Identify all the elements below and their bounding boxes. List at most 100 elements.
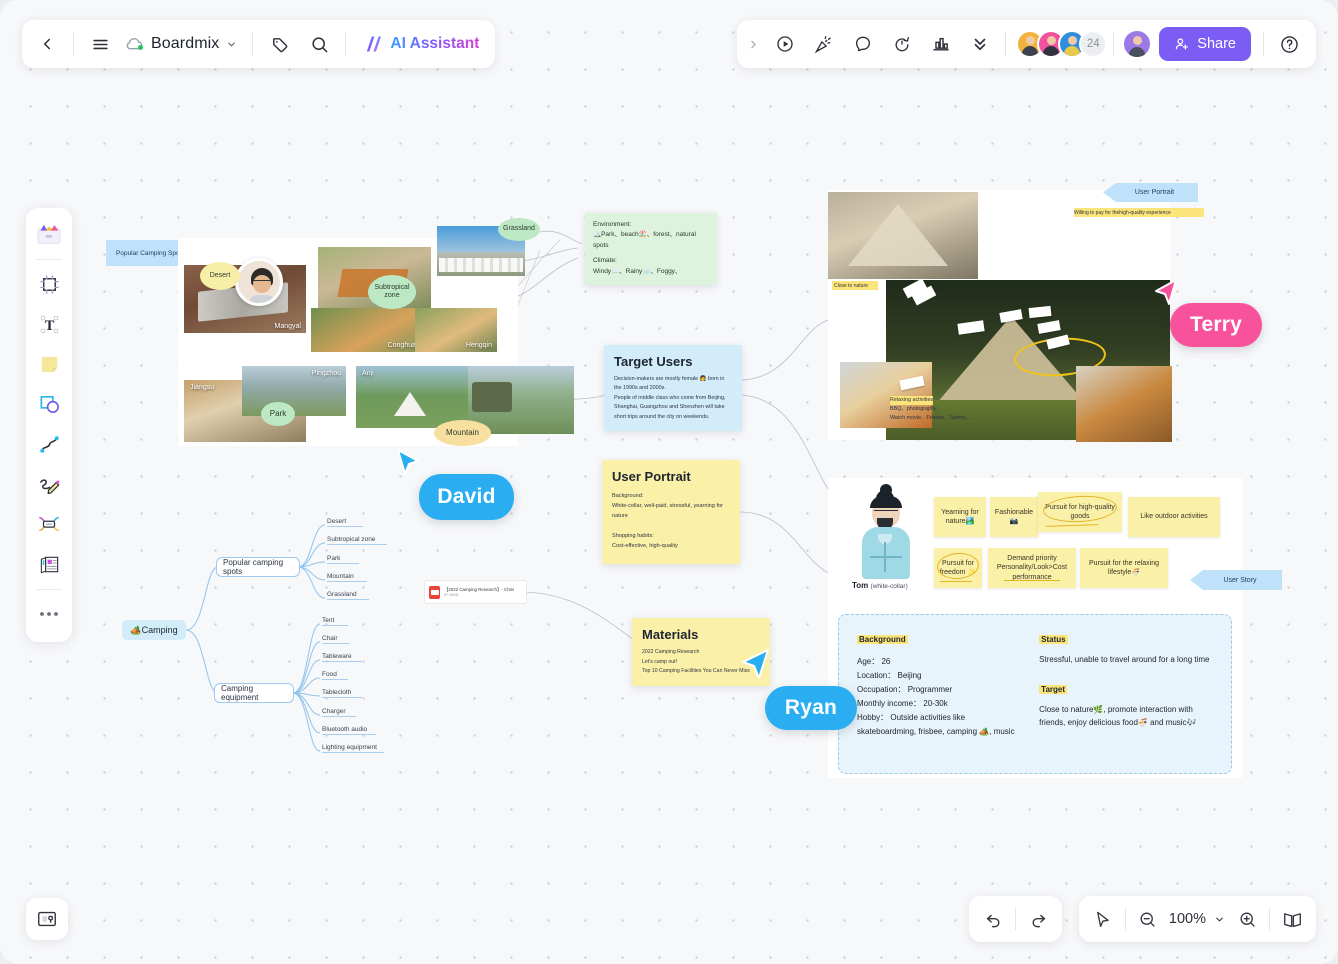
more-tools-button[interactable] bbox=[30, 595, 68, 633]
note-environment[interactable]: Environment: 🏔️Park、beach🏖️、forest、natur… bbox=[585, 213, 717, 285]
share-button[interactable]: Share bbox=[1159, 27, 1251, 61]
photo-glamping-tent[interactable]: Conghua bbox=[311, 308, 421, 352]
file-size: 87.36KB bbox=[444, 593, 459, 597]
note-title: Materials bbox=[642, 627, 699, 642]
search-button[interactable] bbox=[300, 25, 338, 63]
label-subtropical-zone: Subtropical zone bbox=[368, 275, 416, 309]
photo-caption: Jiangsu bbox=[190, 384, 215, 391]
expand-toolbar-button[interactable] bbox=[741, 25, 765, 63]
label-text: Willing to pay for thehigh-quality exper… bbox=[1074, 209, 1171, 216]
photo-tent-interior[interactable] bbox=[828, 192, 978, 279]
file-card-pdf[interactable]: 【2022 Camping Research】- Chris 87.36KB bbox=[424, 580, 527, 604]
ai-assistant-button[interactable]: AI Assistant bbox=[353, 25, 489, 63]
undo-arrow-icon bbox=[986, 914, 1000, 927]
avatar-overflow-count[interactable]: 24 bbox=[1079, 30, 1108, 58]
zoom-in-button[interactable] bbox=[1229, 901, 1265, 937]
cursor-arrow-david bbox=[397, 449, 419, 475]
mindmap-leaf[interactable]: Subtropical zone bbox=[327, 536, 387, 545]
sticky-note[interactable]: Pursuit for the relaxing lifestyle🍜 bbox=[1080, 548, 1168, 588]
sticky-note[interactable]: Pursuit for high-quality goods bbox=[1038, 492, 1122, 532]
target-text: Close to nature🌿, promote interaction wi… bbox=[1039, 704, 1197, 727]
sticky-note[interactable]: Yearning for nature🏞️ bbox=[934, 497, 986, 537]
connector-tool[interactable] bbox=[30, 425, 68, 463]
mindmap-branch-label: Popular camping spots bbox=[223, 558, 284, 576]
photo-wood-tent[interactable]: Hengqin bbox=[415, 308, 497, 352]
background-label: Background bbox=[857, 635, 908, 644]
field-key: Age： bbox=[857, 657, 880, 666]
mindmap-leaf[interactable]: Tent bbox=[322, 617, 348, 626]
templates-tool[interactable] bbox=[30, 215, 68, 253]
mindmap-root-node[interactable]: 🏕️Camping bbox=[122, 620, 186, 640]
photo-caption: Pingzhou bbox=[311, 370, 341, 377]
mindmap-leaf[interactable]: Park bbox=[327, 555, 359, 564]
add-person-icon bbox=[1176, 38, 1189, 50]
celebrate-button[interactable] bbox=[805, 25, 843, 63]
timer-button[interactable] bbox=[883, 25, 921, 63]
help-circle-icon bbox=[1280, 35, 1298, 53]
persona-name-row: Tom (white-collar) bbox=[852, 581, 908, 590]
back-button[interactable] bbox=[28, 25, 66, 63]
photo-anji[interactable]: Anji bbox=[356, 366, 468, 428]
field-value: 20-30k bbox=[923, 699, 948, 708]
current-user-avatar[interactable] bbox=[1122, 29, 1153, 59]
relax-line-3: Watch movie、Frisbee、Sports… bbox=[890, 414, 971, 421]
undo-button[interactable] bbox=[975, 901, 1011, 937]
sticky-note-tool[interactable] bbox=[30, 345, 68, 383]
pen-tool[interactable] bbox=[30, 465, 68, 503]
mindmap-leaf[interactable]: Chair bbox=[322, 635, 350, 644]
more-options-button[interactable] bbox=[961, 25, 999, 63]
target-label: Target bbox=[1039, 684, 1068, 694]
collaborator-avatars[interactable]: 24 bbox=[1016, 30, 1108, 58]
minimap-button[interactable] bbox=[1274, 901, 1310, 937]
select-tool-button[interactable] bbox=[1085, 901, 1121, 937]
document-tool[interactable] bbox=[30, 545, 68, 583]
brand-menu[interactable]: Boardmix bbox=[121, 25, 245, 63]
persona-detail-card[interactable]: Background Age： 26 Location： Beijing Occ… bbox=[838, 614, 1232, 774]
zoom-out-button[interactable] bbox=[1130, 901, 1166, 937]
help-button[interactable] bbox=[1270, 25, 1308, 63]
vote-chart-button[interactable] bbox=[922, 25, 960, 63]
presentation-map-button[interactable] bbox=[26, 898, 68, 940]
frame-tool[interactable] bbox=[30, 265, 68, 303]
comment-button[interactable] bbox=[844, 25, 882, 63]
mindmap-leaf[interactable]: Lighting equipment bbox=[322, 744, 384, 753]
tag-button[interactable] bbox=[260, 25, 298, 63]
present-button[interactable] bbox=[766, 25, 804, 63]
sticky-note[interactable]: Like outdoor activities bbox=[1128, 497, 1220, 537]
mindmap-leaf[interactable]: Tableware bbox=[322, 653, 362, 662]
mindmap-root-label: 🏕️Camping bbox=[130, 624, 178, 635]
redo-button[interactable] bbox=[1020, 901, 1056, 937]
shapes-tool[interactable] bbox=[30, 385, 68, 423]
note-title: User Portrait bbox=[612, 469, 691, 484]
field-value: Beijing bbox=[897, 671, 922, 680]
zoom-dropdown-button[interactable] bbox=[1209, 901, 1229, 937]
presentation-map-icon bbox=[38, 911, 56, 927]
mindmap-tool[interactable] bbox=[30, 505, 68, 543]
mindmap-branch-camping-equipment[interactable]: Camping equipment bbox=[214, 683, 294, 703]
label-close-to-nature: Close to nature bbox=[832, 281, 878, 290]
mindmap-leaf[interactable]: Grassland bbox=[327, 591, 369, 600]
board-content: Popular Camping Spot Mangyal Conghua Hen… bbox=[0, 0, 1338, 964]
zoom-level-value[interactable]: 100% bbox=[1166, 911, 1209, 927]
mindmap-leaf[interactable]: Charger bbox=[322, 708, 356, 717]
text-tool[interactable]: T bbox=[30, 305, 68, 343]
status-label: Status bbox=[1039, 635, 1068, 644]
photo-pingzhou[interactable]: Pingzhou bbox=[242, 366, 346, 416]
sticky-note[interactable]: Demand priority Personality/Look>Cost pe… bbox=[988, 548, 1076, 588]
cloud-saved-icon bbox=[125, 37, 144, 51]
divider bbox=[252, 32, 254, 56]
brand-name: Boardmix bbox=[151, 35, 220, 52]
frame-icon bbox=[39, 274, 59, 294]
mindmap-branch-popular-camping-spots[interactable]: Popular camping spots bbox=[216, 557, 300, 577]
mindmap-leaf[interactable]: Mountain bbox=[327, 573, 367, 582]
photo-food-spread[interactable] bbox=[1076, 366, 1172, 442]
mindmap-leaf[interactable]: Bluetooth audio bbox=[322, 726, 376, 735]
mindmap-leaf[interactable]: Tablecloth bbox=[322, 689, 362, 698]
note-target-users[interactable]: Target Users Decision-makers are mostly … bbox=[604, 345, 742, 431]
sticky-note[interactable]: Fashionable 📷 bbox=[990, 497, 1038, 537]
sticky-note[interactable]: Pursuit for freedom ✨ bbox=[934, 548, 982, 588]
note-user-portrait[interactable]: User Portrait Background: White-collar, … bbox=[602, 460, 740, 564]
menu-button[interactable] bbox=[81, 25, 119, 63]
mindmap-leaf[interactable]: Desert bbox=[327, 518, 363, 527]
mindmap-leaf[interactable]: Food bbox=[322, 671, 348, 680]
